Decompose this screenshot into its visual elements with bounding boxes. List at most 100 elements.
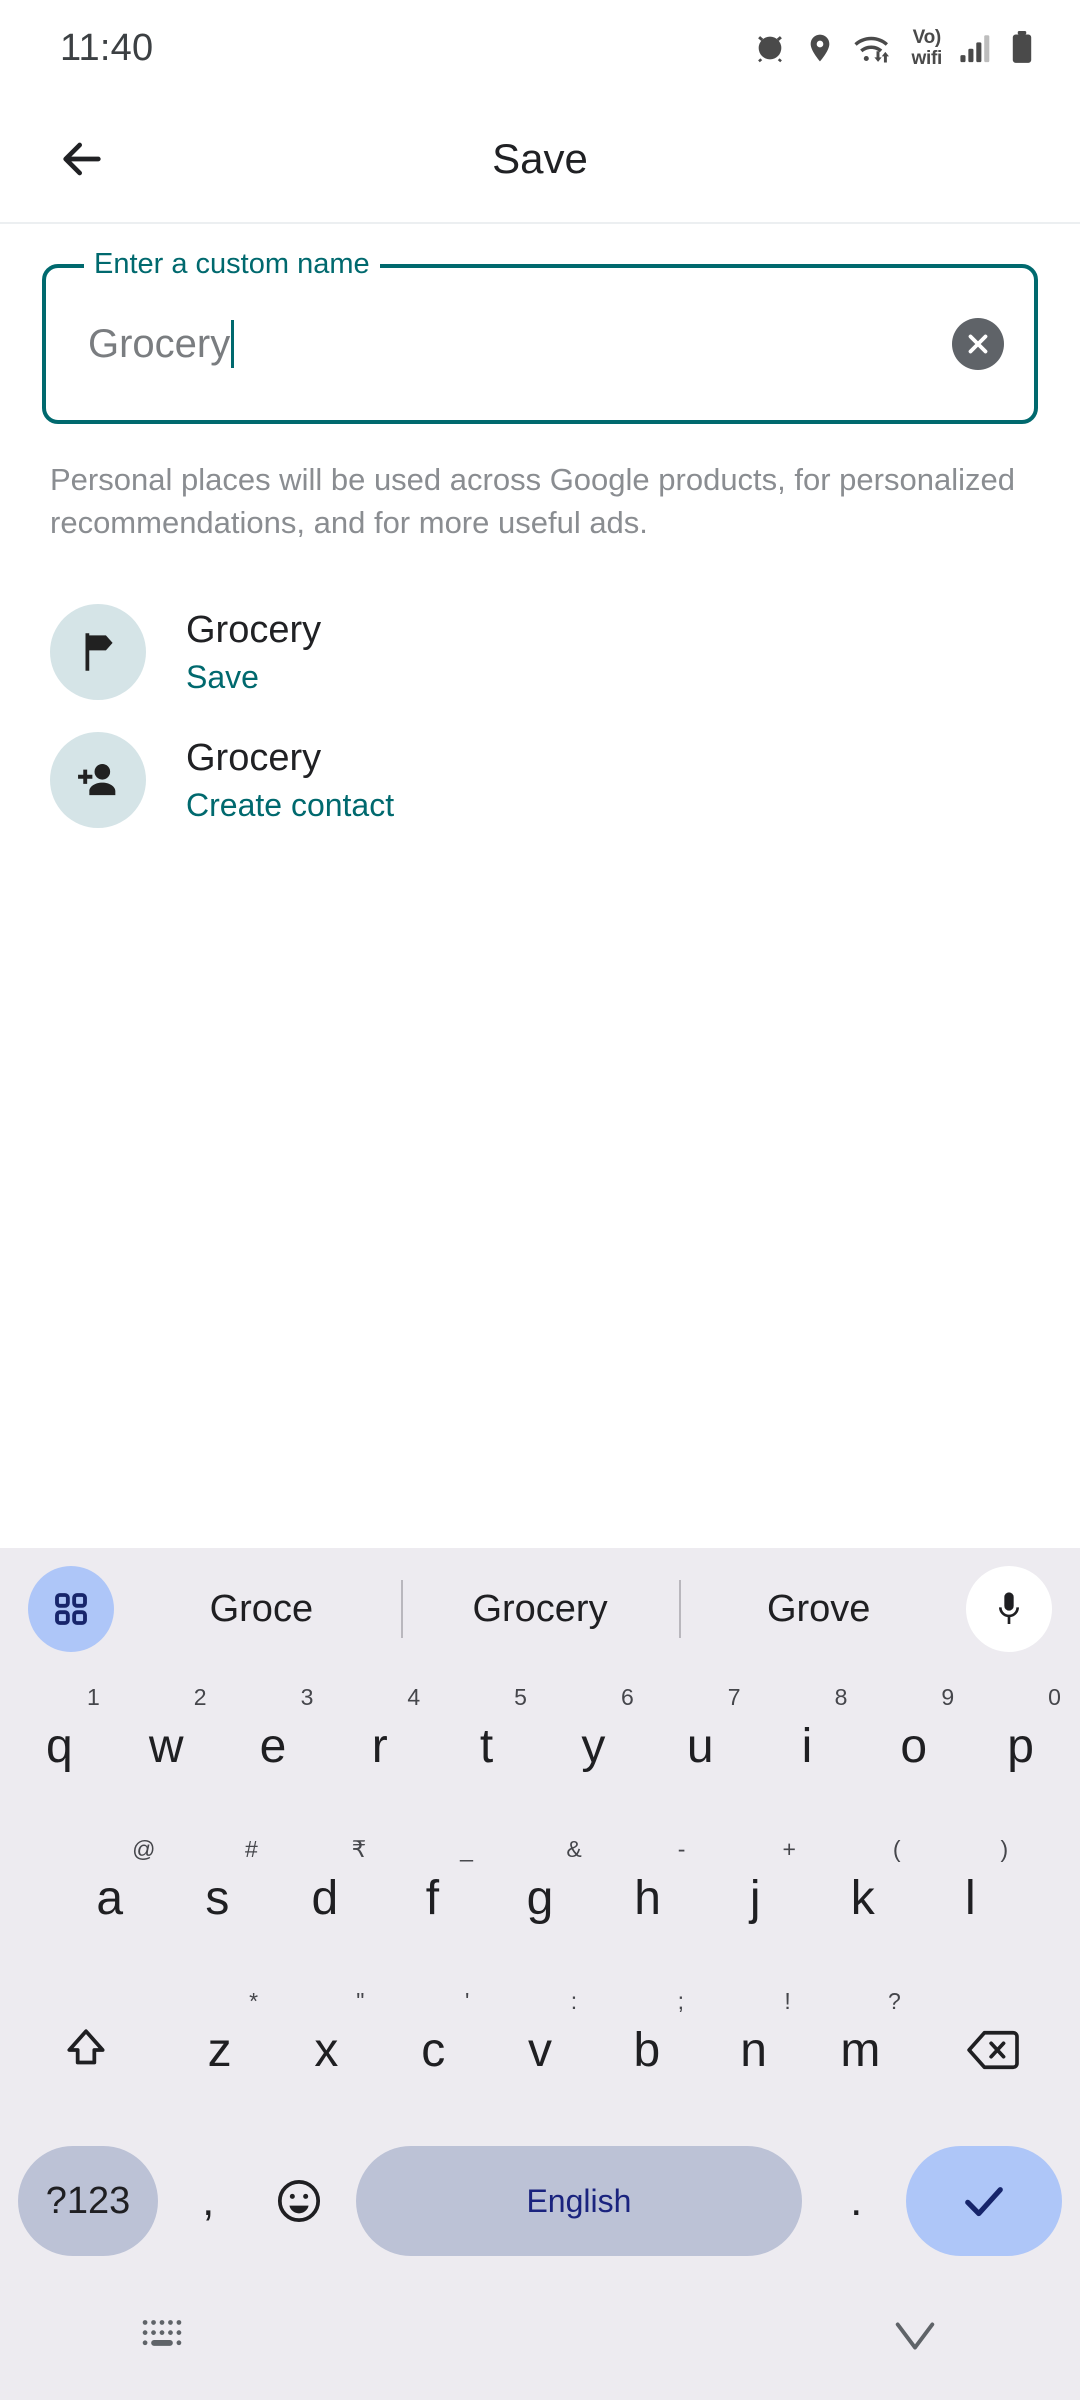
key-d[interactable]: ₹ d — [271, 1822, 379, 1974]
list-item[interactable]: Grocery Save — [0, 588, 1080, 716]
key-z[interactable]: * z — [166, 1974, 273, 2126]
period-key[interactable]: . — [812, 2176, 900, 2226]
enter-key[interactable] — [906, 2146, 1062, 2256]
key-label: z — [207, 2023, 232, 2077]
key-w[interactable]: 2w — [113, 1670, 220, 1822]
person-add-icon — [78, 763, 116, 796]
key-g[interactable]: & g — [486, 1822, 594, 1974]
key-e[interactable]: 3e — [220, 1670, 327, 1822]
key-l[interactable]: ) l — [917, 1822, 1025, 1974]
key-p[interactable]: 0p — [967, 1670, 1074, 1822]
key-j[interactable]: + j — [701, 1822, 809, 1974]
key-hint: @ — [132, 1836, 156, 1862]
key-hint: 0 — [1048, 1684, 1061, 1710]
list-item-title: Grocery — [186, 737, 322, 779]
key-a[interactable]: @ a — [56, 1822, 164, 1974]
content-area: Enter a custom name Grocery Personal pla… — [0, 224, 1080, 1548]
key-s[interactable]: # s — [164, 1822, 272, 1974]
voice-input-button[interactable] — [966, 1566, 1052, 1652]
key-c[interactable]: ' c — [380, 1974, 487, 2126]
key-hint: : — [570, 1988, 578, 2014]
suggestion-items: Groce Grocery Grove — [122, 1548, 958, 1670]
key-hint: 7 — [727, 1684, 741, 1710]
list-item-subtitle[interactable]: Create contact — [186, 786, 394, 824]
key-label: w — [148, 1719, 184, 1773]
key-q[interactable]: 1q — [6, 1670, 113, 1822]
shift-key[interactable] — [6, 1974, 166, 2126]
chevron-down-icon — [895, 2322, 935, 2349]
key-y[interactable]: 6y — [540, 1670, 647, 1822]
emoji-key[interactable] — [252, 2176, 345, 2226]
key-hint: ? — [887, 1988, 901, 2014]
key-hint: ; — [677, 1988, 684, 2014]
key-hint: 3 — [300, 1684, 314, 1710]
app-bar: Save — [0, 96, 1080, 224]
key-hint: ₹ — [351, 1836, 367, 1862]
keyboard-nav-bar — [0, 2276, 1080, 2400]
list-item-title: Grocery — [186, 609, 322, 651]
phone-screen: 11:40 Vo) wifi Save Enter a custom name … — [0, 0, 1080, 2400]
suggestion-item[interactable]: Groce — [122, 1588, 401, 1631]
key-label: c — [421, 2023, 446, 2077]
keyboard: Groce Grocery Grove 1q 2w 3e 4r 5t 6y 7u… — [0, 1548, 1080, 2400]
apps-grid-button[interactable] — [28, 1566, 114, 1652]
suggestion-item[interactable]: Grocery — [401, 1588, 680, 1631]
key-hint: ( — [892, 1836, 901, 1862]
key-x[interactable]: " x — [273, 1974, 380, 2126]
key-label: d — [311, 1871, 339, 1925]
name-input[interactable]: Grocery — [88, 322, 230, 367]
key-t[interactable]: 5t — [433, 1670, 540, 1822]
key-f[interactable]: _ f — [379, 1822, 487, 1974]
field-value-row[interactable]: Grocery — [88, 264, 235, 424]
comma-key[interactable]: , — [164, 2176, 252, 2226]
check-icon — [965, 2187, 1003, 2217]
key-hint: - — [677, 1836, 686, 1862]
symbols-key[interactable]: ?123 — [18, 2146, 159, 2256]
key-hint: " — [356, 1988, 365, 2014]
key-n[interactable]: ! n — [700, 1974, 807, 2126]
key-r[interactable]: 4r — [326, 1670, 433, 1822]
status-clock: 11:40 — [60, 26, 154, 69]
key-v[interactable]: :v — [487, 1974, 594, 2126]
key-hint: + — [782, 1836, 796, 1862]
key-h[interactable]: -h — [594, 1822, 702, 1974]
hide-keyboard-button[interactable] — [890, 2316, 940, 2361]
keyboard-switch-button[interactable] — [140, 2316, 184, 2361]
key-m[interactable]: ? m — [807, 1974, 914, 2126]
key-i[interactable]: 8i — [754, 1670, 861, 1822]
key-label: i — [801, 1719, 813, 1773]
list-item[interactable]: Grocery Create contact — [0, 716, 1080, 844]
suggestion-item[interactable]: Grove — [679, 1588, 958, 1631]
location-icon — [804, 32, 836, 64]
key-label: f — [425, 1871, 440, 1925]
key-b[interactable]: ; b — [593, 1974, 700, 2126]
key-k[interactable]: (k — [809, 1822, 917, 1974]
keyboard-row-1: 1q 2w 3e 4r 5t 6y 7u 8i 9o 0p — [0, 1670, 1080, 1822]
keyboard-row-4: ?123 , English . — [0, 2126, 1080, 2276]
custom-name-field[interactable]: Enter a custom name Grocery — [42, 247, 1038, 424]
key-label: a — [96, 1871, 124, 1925]
backspace-key[interactable] — [914, 1974, 1074, 2126]
key-label: l — [964, 1871, 976, 1925]
key-hint: 6 — [620, 1684, 634, 1710]
keyboard-switch-icon — [142, 2319, 182, 2346]
key-hint: 2 — [193, 1684, 207, 1710]
space-key[interactable]: English — [355, 2146, 803, 2256]
key-hint: ' — [464, 1988, 470, 2014]
battery-icon — [1010, 31, 1034, 65]
key-o[interactable]: 9o — [860, 1670, 967, 1822]
wifi-data-icon — [853, 31, 895, 65]
list-item-text: Grocery Create contact — [186, 736, 394, 824]
page-title: Save — [492, 135, 588, 182]
key-label: x — [314, 2023, 339, 2077]
key-label: r — [371, 1719, 388, 1773]
helper-text: Personal places will be used across Goog… — [50, 462, 1015, 540]
list-item-text: Grocery Save — [186, 608, 321, 696]
key-hint: & — [566, 1836, 582, 1862]
key-u[interactable]: 7u — [647, 1670, 754, 1822]
key-label: q — [46, 1719, 73, 1773]
vowifi-icon: Vo) wifi — [911, 27, 943, 69]
list-item-subtitle[interactable]: Save — [186, 658, 321, 696]
clear-text-button[interactable] — [952, 318, 1004, 370]
key-hint: _ — [460, 1836, 473, 1862]
